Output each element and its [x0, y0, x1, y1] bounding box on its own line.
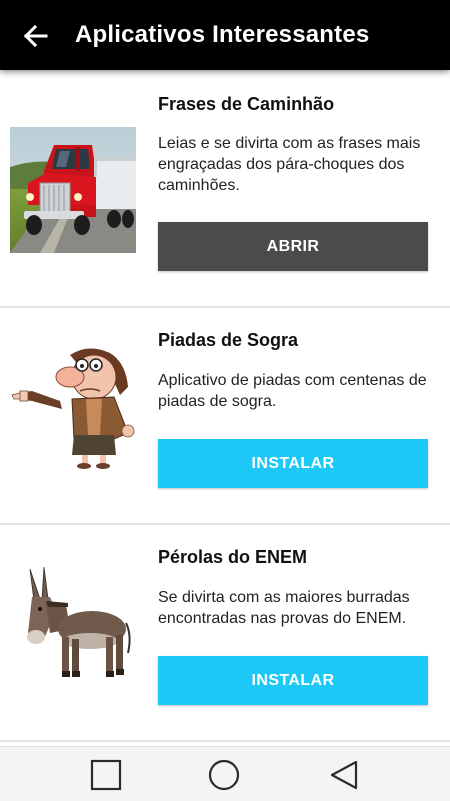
square-recents-icon	[90, 759, 122, 791]
home-button[interactable]	[207, 758, 241, 792]
app-description: Se divirta com as maiores burradas encon…	[158, 589, 410, 627]
app-bar: Aplicativos Interessantes	[0, 0, 450, 70]
app-description: Leias e se divirta com as frases mais en…	[158, 135, 421, 194]
app-title: Piadas de Sogra	[158, 330, 299, 350]
donkey-image	[27, 566, 131, 677]
app-thumbnail	[10, 563, 136, 689]
app-title: Frases de Caminhão	[158, 94, 335, 114]
install-button[interactable]: INSTALAR	[158, 656, 428, 705]
mother-in-law-cartoon-image	[11, 348, 135, 469]
app-title: Pérolas do ENEM	[158, 547, 308, 567]
open-button[interactable]: ABRIR	[158, 222, 428, 271]
arrow-left-icon	[23, 24, 48, 48]
app-thumbnail	[10, 127, 136, 253]
red-truck-image	[10, 127, 136, 253]
system-nav-bar	[0, 746, 450, 801]
triangle-back-icon	[330, 760, 358, 790]
page-title: Aplicativos Interessantes	[75, 21, 370, 48]
circle-home-icon	[208, 759, 240, 791]
app-thumbnail	[10, 343, 136, 469]
app-card-perolas-do-enem: Pérolas do ENEM Se divirta com as maiore…	[0, 525, 450, 741]
back-button[interactable]	[20, 21, 50, 51]
app-description: Aplicativo de piadas com centenas de pia…	[158, 372, 427, 410]
app-card-frases-de-caminhao: Frases de Caminhão Leias e se divirta co…	[0, 70, 450, 286]
recents-button[interactable]	[89, 758, 123, 792]
divider	[0, 740, 450, 742]
nav-back-button[interactable]	[327, 758, 361, 792]
app-card-piadas-de-sogra: Piadas de Sogra Aplicativo de piadas com…	[0, 308, 450, 524]
install-button[interactable]: INSTALAR	[158, 439, 428, 488]
app-list: Frases de Caminhão Leias e se divirta co…	[0, 70, 450, 746]
